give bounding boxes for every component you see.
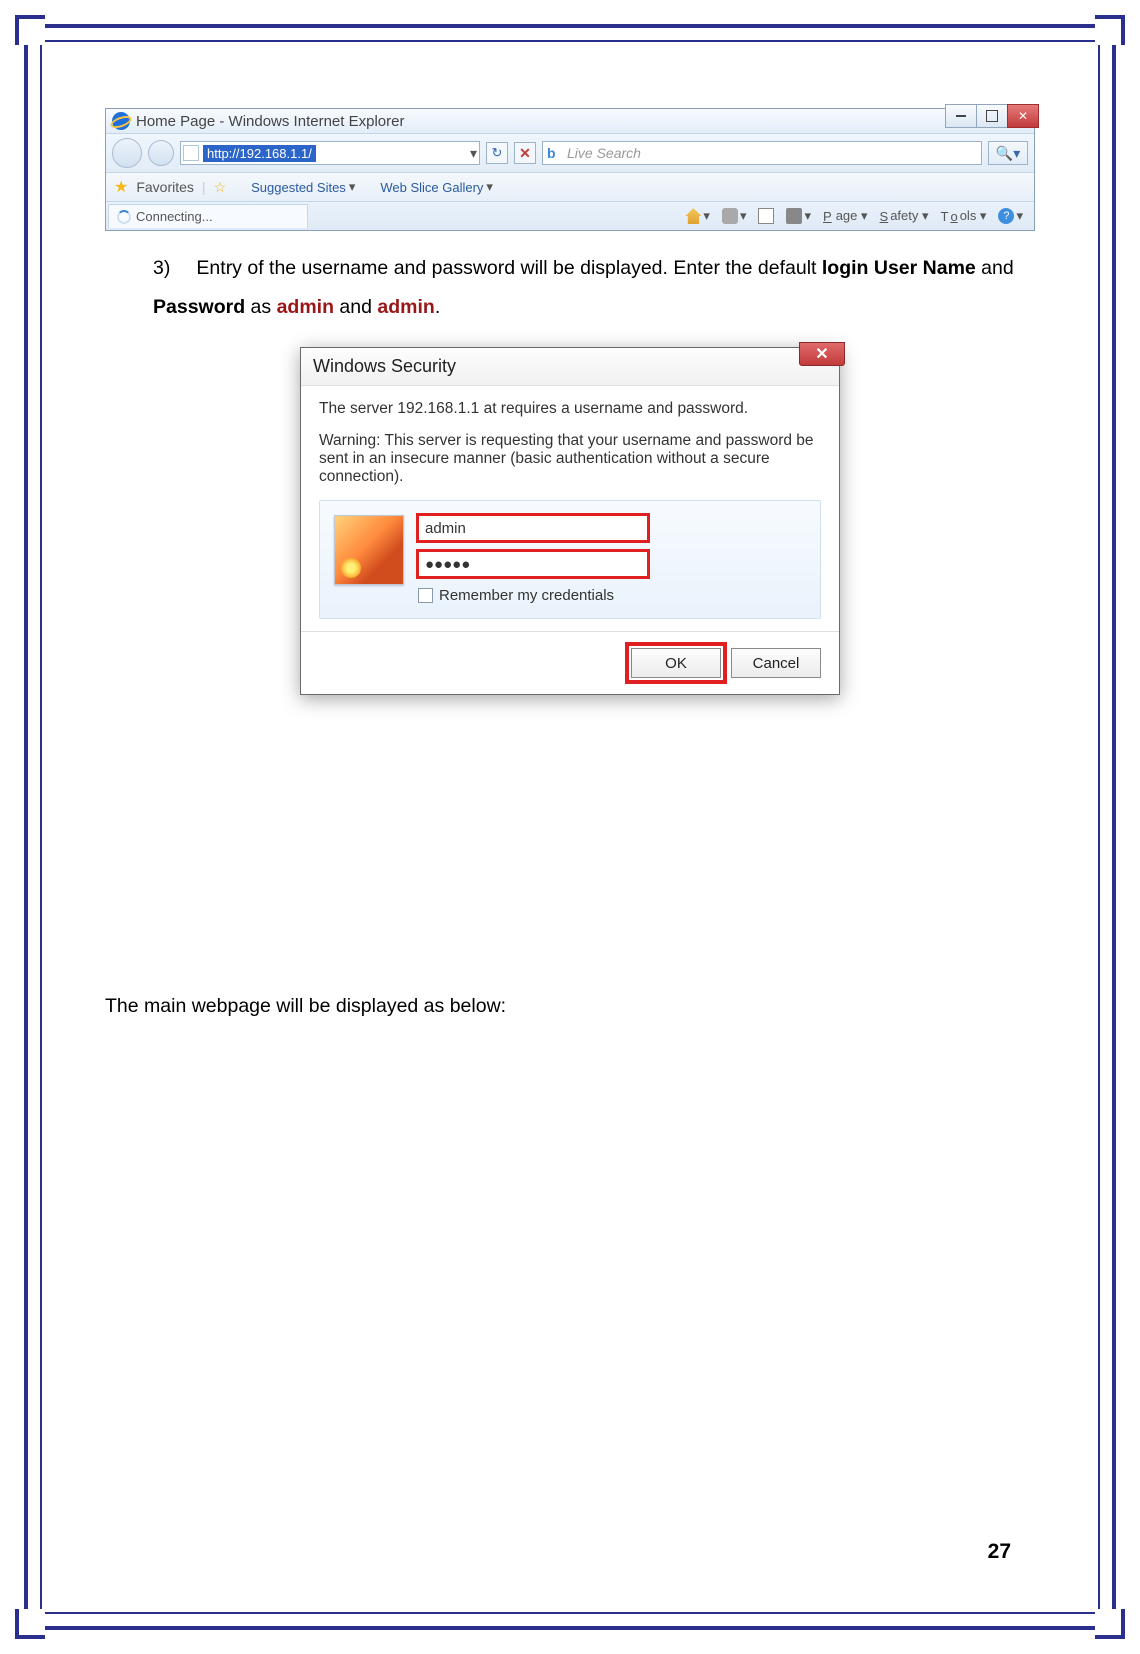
- forward-button[interactable]: [148, 140, 174, 166]
- back-button[interactable]: [112, 138, 142, 168]
- ok-button[interactable]: OK: [631, 648, 721, 678]
- search-placeholder: Live Search: [567, 145, 641, 161]
- browser-title: Home Page - Windows Internet Explorer: [136, 113, 404, 130]
- add-favorite-icon[interactable]: ☆: [214, 179, 227, 196]
- suggested-sites-link[interactable]: Suggested Sites ▾: [234, 179, 355, 195]
- tab-label: Connecting...: [136, 209, 213, 224]
- window-maximize-button[interactable]: [976, 104, 1008, 128]
- dialog-close-button[interactable]: ✕: [799, 342, 845, 366]
- username-input[interactable]: admin: [418, 515, 648, 541]
- window-close-button[interactable]: [1007, 104, 1039, 128]
- safety-menu[interactable]: Safety ▾: [875, 206, 934, 226]
- password-input[interactable]: ●●●●●: [418, 551, 648, 577]
- remember-credentials-checkbox[interactable]: Remember my credentials: [418, 587, 806, 604]
- browser-titlebar: Home Page - Windows Internet Explorer: [106, 109, 1034, 134]
- search-button[interactable]: 🔍▾: [988, 141, 1028, 165]
- print-button[interactable]: ▾: [781, 206, 816, 226]
- remember-label: Remember my credentials: [439, 587, 614, 604]
- home-button[interactable]: ▾: [680, 206, 715, 226]
- step-3-instruction: 3) Entry of the username and password wi…: [153, 249, 1035, 327]
- browser-tab[interactable]: Connecting...: [108, 204, 308, 228]
- page-number: 27: [988, 1540, 1011, 1564]
- step-number: 3): [153, 249, 191, 288]
- ie-logo-icon: [112, 112, 130, 130]
- help-button[interactable]: ?▾: [993, 206, 1028, 226]
- favorites-label[interactable]: Favorites: [136, 179, 194, 195]
- stop-button[interactable]: ✕: [514, 142, 536, 164]
- url-dropdown-icon[interactable]: ▾: [470, 145, 477, 162]
- favorites-star-icon[interactable]: ★: [114, 177, 128, 197]
- ie-browser-window: Home Page - Windows Internet Explorer ht…: [105, 108, 1035, 231]
- loading-spinner-icon: [117, 210, 131, 224]
- search-field[interactable]: Live Search: [542, 141, 982, 165]
- web-slice-link[interactable]: Web Slice Gallery ▾: [363, 179, 493, 195]
- read-mail-button[interactable]: [753, 206, 779, 226]
- url-field[interactable]: http://192.168.1.1/ ▾: [180, 141, 480, 165]
- credentials-panel: admin ●●●●● Remember my credentials: [319, 500, 821, 619]
- page-icon: [183, 145, 199, 161]
- page-menu[interactable]: Page ▾: [818, 206, 873, 226]
- window-minimize-button[interactable]: [945, 104, 977, 128]
- dialog-message-2: Warning: This server is requesting that …: [319, 432, 821, 486]
- favorites-bar: ★ Favorites | ☆ Suggested Sites ▾ Web Sl…: [106, 173, 1034, 202]
- windows-security-dialog: ✕ Windows Security The server 192.168.1.…: [300, 347, 840, 695]
- user-avatar-icon: [334, 515, 404, 585]
- feeds-button[interactable]: ▾: [717, 206, 752, 226]
- tools-menu[interactable]: Tools ▾: [936, 206, 992, 226]
- tab-bar: Connecting... ▾ ▾ ▾ Page ▾ Safety ▾ Tool…: [106, 202, 1034, 230]
- browser-address-bar: http://192.168.1.1/ ▾ ↻ ✕ Live Search 🔍▾: [106, 134, 1034, 173]
- cancel-button[interactable]: Cancel: [731, 648, 821, 678]
- bing-icon: [547, 145, 563, 161]
- refresh-button[interactable]: ↻: [486, 142, 508, 164]
- dialog-footer: OK Cancel: [301, 631, 839, 694]
- footer-continuation-text: The main webpage will be displayed as be…: [105, 995, 1035, 1018]
- checkbox-icon: [418, 588, 433, 603]
- url-text: http://192.168.1.1/: [203, 145, 316, 162]
- dialog-message-1: The server 192.168.1.1 at requires a use…: [319, 400, 821, 418]
- dialog-title: Windows Security: [301, 348, 839, 386]
